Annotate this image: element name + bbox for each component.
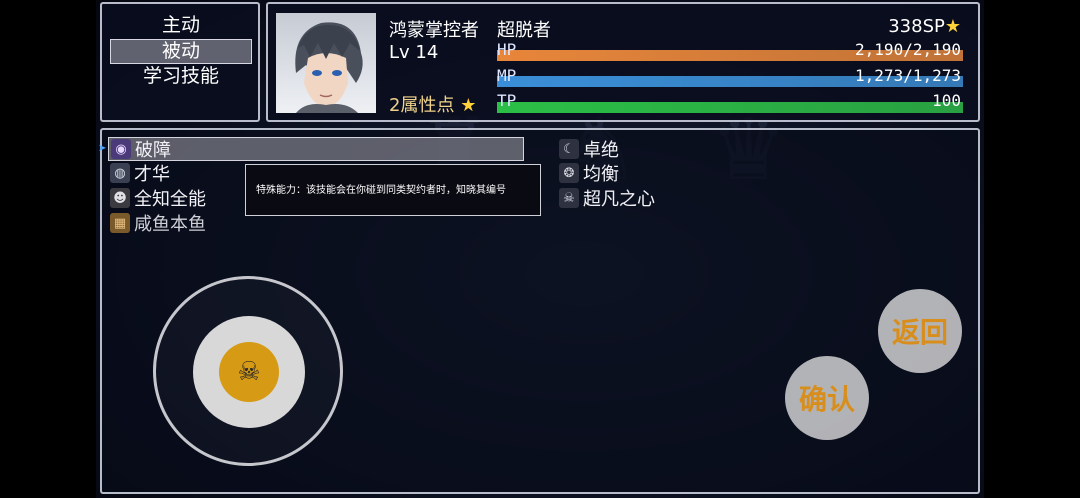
eye-icon: ◉ [111, 139, 131, 159]
sp-counter: 338SP★ [888, 16, 961, 37]
menu-item-passive[interactable]: 被动 [110, 39, 252, 64]
skill-label: 超凡之心 [583, 189, 655, 210]
skill-item-chaofan[interactable]: ☠ 超凡之心 [557, 186, 655, 210]
grid-icon: ▦ [110, 213, 130, 233]
skill-type-menu: 主动 被动 学习技能 [100, 2, 260, 122]
skill-item-junheng[interactable]: ❂ 均衡 [557, 161, 619, 185]
character-portrait [276, 13, 376, 113]
skill-item-zhuojue[interactable]: ☾ 卓绝 [557, 137, 619, 161]
skill-label: 全知全能 [134, 189, 206, 210]
menu-item-active[interactable]: 主动 [110, 13, 252, 38]
skull-knob-icon: ☠ [237, 357, 261, 387]
selection-cursor-icon: ➤ [98, 143, 107, 154]
back-button[interactable]: 返回 [878, 289, 962, 373]
character-title: 超脱者 [497, 20, 551, 41]
attribute-points: 2属性点 ★ [389, 91, 476, 117]
skill-label: 咸鱼本鱼 [134, 214, 206, 235]
star-icon: ★ [460, 95, 477, 116]
mp-value: 1,273/1,273 [855, 66, 961, 85]
tp-label: TP [497, 91, 517, 110]
confirm-button[interactable]: 确认 [785, 356, 869, 440]
planet-icon: ◍ [110, 163, 130, 183]
mp-label: MP [497, 66, 517, 85]
skill-label: 才华 [134, 164, 170, 185]
level-value: 14 [415, 42, 439, 63]
level-label: Lv 14 [389, 42, 438, 63]
skill-item-quanzhi[interactable]: ☻ 全知全能 [108, 186, 206, 210]
skull-icon: ☠ [559, 188, 579, 208]
character-name: 鸿蒙掌控者 [389, 20, 479, 41]
skill-label: 破障 [135, 140, 171, 161]
sp-value: 338SP [888, 16, 945, 37]
character-status-panel: 鸿蒙掌控者 超脱者 Lv 14 2属性点 ★ 338SP★ HP 2,190/2… [266, 2, 980, 122]
skill-description-tooltip: 特殊能力：该技能会在你碰到同类契约者时，知晓其编号 [245, 164, 541, 216]
skill-item-caihua[interactable]: ◍ 才华 [108, 161, 170, 185]
hp-label: HP [497, 40, 517, 59]
scythe-icon: ☾ [559, 139, 579, 159]
attribute-points-label: 2属性点 [389, 95, 455, 116]
stars-icon: ★ [944, 16, 961, 37]
hp-value: 2,190/2,190 [855, 40, 961, 59]
menu-item-learn[interactable]: 学习技能 [110, 64, 252, 89]
skill-item-xianyu[interactable]: ▦ 咸鱼本鱼 [108, 211, 206, 235]
skill-label: 卓绝 [583, 140, 619, 161]
skill-label: 均衡 [583, 164, 619, 185]
tp-bar [497, 102, 963, 113]
swirl-icon: ❂ [559, 163, 579, 183]
skill-item-pozhang[interactable]: ◉ 破障 [108, 137, 524, 161]
level-prefix: Lv [389, 42, 410, 63]
tp-fill [497, 102, 963, 113]
joystick-knob[interactable]: ☠ [219, 342, 279, 402]
tp-value: 100 [932, 91, 961, 110]
mask-icon: ☻ [110, 188, 130, 208]
